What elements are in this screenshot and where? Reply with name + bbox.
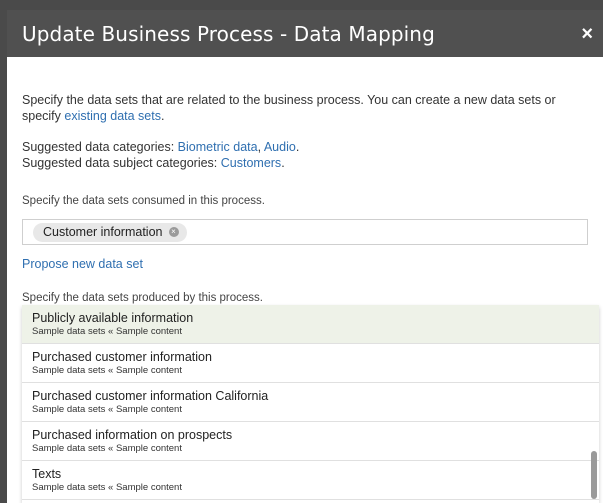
option-subtitle: Sample data sets « Sample content	[32, 443, 182, 454]
produced-hint: Specify the data sets produced by this p…	[22, 292, 263, 304]
dialog-content: Specify the data sets that are related t…	[7, 92, 603, 334]
remove-chip-icon[interactable]: ×	[168, 227, 179, 237]
customers-link[interactable]: Customers	[221, 156, 281, 170]
dialog-title: Update Business Process - Data Mapping	[22, 21, 435, 46]
option-subtitle: Sample data sets « Sample content	[32, 326, 182, 337]
suggested-subject-label: Suggested data subject categories:	[22, 156, 221, 170]
subject-period: .	[281, 156, 285, 170]
existing-data-sets-link[interactable]: existing data sets	[64, 109, 161, 123]
option-subtitle: Sample data sets « Sample content	[32, 482, 182, 493]
option-title: Purchased information on prospects	[32, 428, 233, 442]
data-set-suggestions-dropdown: Publicly available information Sample da…	[22, 305, 599, 503]
dropdown-option[interactable]: Texts Sample data sets « Sample content	[22, 461, 599, 500]
option-title: Texts	[32, 467, 62, 481]
propose-new-data-set-link[interactable]: Propose new data set	[22, 256, 143, 272]
intro-text-after: .	[160, 109, 165, 123]
close-icon[interactable]: ×	[581, 24, 593, 44]
dropdown-option[interactable]: Purchased customer information Californi…	[22, 383, 599, 422]
consumed-data-sets-field[interactable]: Customer information ×	[22, 219, 588, 245]
data-set-chip: Customer information ×	[33, 222, 187, 242]
dropdown-option[interactable]: Publicly available information Sample da…	[22, 305, 599, 344]
biometric-data-link[interactable]: Biometric data	[178, 140, 258, 154]
dialog-titlebar: Update Business Process - Data Mapping ×	[7, 10, 603, 57]
option-title: Purchased customer information Californi…	[32, 389, 269, 403]
suggested-categories-label: Suggested data categories:	[22, 140, 178, 154]
chip-label: Customer information	[43, 225, 163, 239]
consumed-hint: Specify the data sets consumed in this p…	[22, 195, 265, 207]
categories-period: .	[295, 140, 300, 154]
option-subtitle: Sample data sets « Sample content	[32, 404, 182, 415]
dropdown-option[interactable]: Purchased customer information Sample da…	[22, 344, 599, 383]
dropdown-option[interactable]: Purchased information on prospects Sampl…	[22, 422, 599, 461]
dropdown-scrollbar[interactable]	[591, 451, 597, 499]
intro-text: Specify the data sets that are related t…	[22, 92, 588, 124]
suggested-data-categories: Suggested data categories: Biometric dat…	[22, 139, 588, 155]
suggested-subject-categories: Suggested data subject categories: Custo…	[22, 155, 588, 171]
option-subtitle: Sample data sets « Sample content	[32, 365, 182, 376]
suggestions: Suggested data categories: Biometric dat…	[22, 139, 588, 171]
option-title: Purchased customer information	[32, 350, 212, 364]
audio-link[interactable]: Audio	[264, 140, 296, 154]
option-title: Publicly available information	[32, 311, 194, 325]
